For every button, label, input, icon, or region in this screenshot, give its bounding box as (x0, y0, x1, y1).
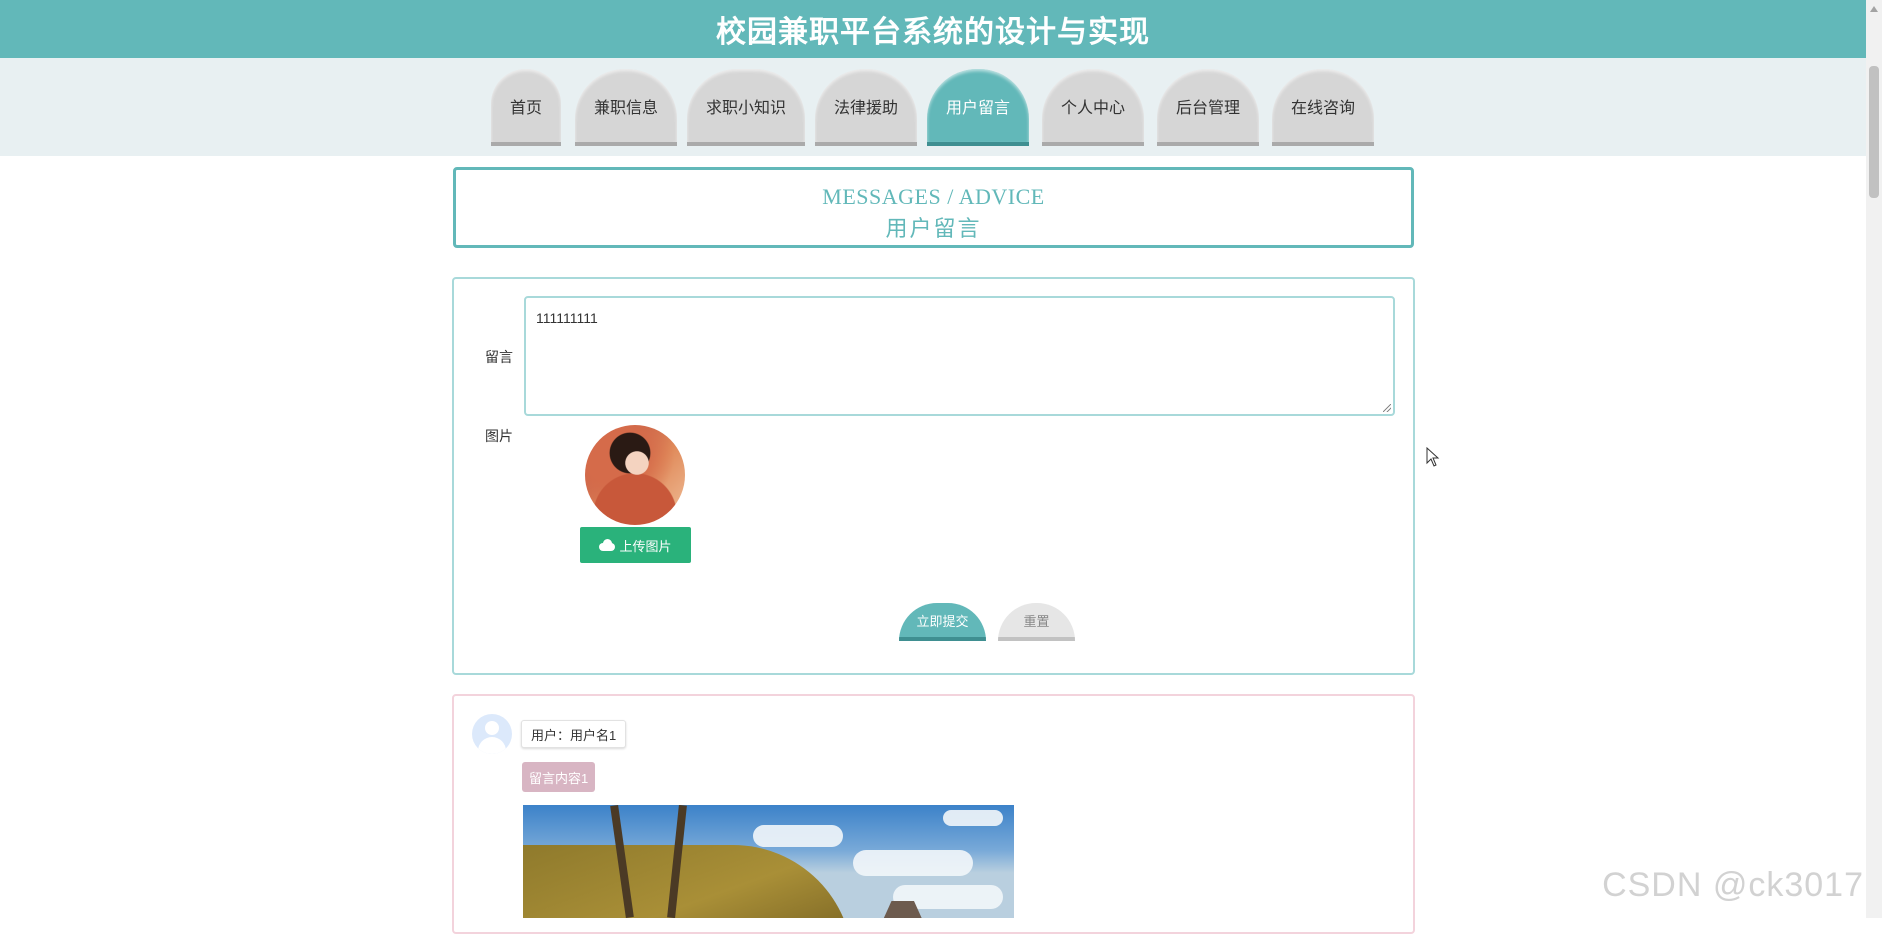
message-image (523, 805, 1014, 918)
section-title-box: MESSAGES / ADVICE 用户留言 (453, 167, 1414, 248)
scroll-up-icon[interactable] (1870, 6, 1878, 12)
upload-image-button[interactable]: 上传图片 (580, 527, 691, 563)
message-label: 留言 (485, 349, 513, 365)
message-textarea[interactable]: 111111111 (524, 296, 1395, 416)
mouse-cursor-icon (1426, 447, 1440, 467)
resize-handle-icon[interactable] (1383, 404, 1391, 412)
scrollbar[interactable] (1866, 0, 1882, 918)
app-header: 校园兼职平台系统的设计与实现 (0, 0, 1866, 58)
watermark: CSDN @ck3017 (1602, 866, 1864, 904)
tab-job-tips[interactable]: 求职小知识 (687, 69, 805, 146)
scroll-thumb[interactable] (1869, 66, 1879, 198)
section-title-cn: 用户留言 (885, 216, 982, 241)
message-text: 111111111 (536, 310, 598, 326)
section-title-en: MESSAGES / ADVICE (822, 184, 1045, 209)
cloud-upload-icon (599, 539, 616, 551)
upload-button-label: 上传图片 (619, 538, 672, 554)
uploaded-image-preview (585, 425, 685, 525)
user-avatar-icon (472, 714, 512, 754)
page-title: 校园兼职平台系统的设计与实现 (716, 16, 1150, 49)
tab-home[interactable]: 首页 (491, 69, 561, 146)
message-content: 留言内容1 (522, 762, 596, 792)
message-user: 用户：用户名1 (521, 720, 627, 748)
image-label: 图片 (485, 428, 513, 444)
